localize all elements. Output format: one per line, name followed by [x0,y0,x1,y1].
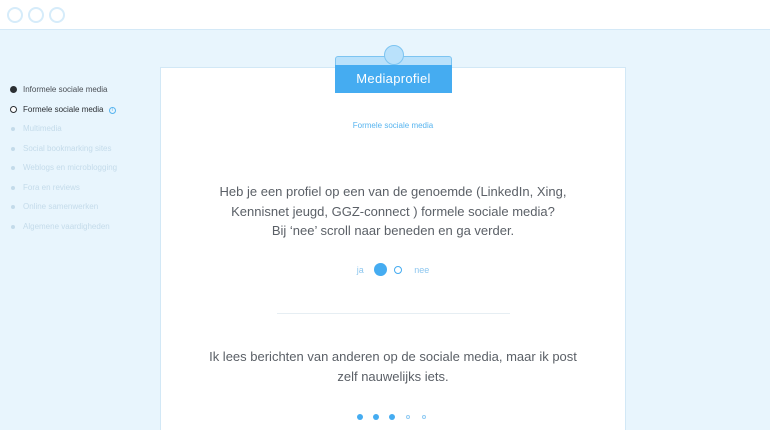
question-text: Heb je een profiel op een van de genoemd… [160,182,626,241]
sidebar-item-label: Weblogs en microblogging [23,163,118,172]
sidebar-item-label: Social bookmarking sites [23,143,112,153]
question-line: Bij ‘nee’ scroll naar beneden en ga verd… [271,223,515,238]
info-icon[interactable]: i [108,106,116,114]
page-dot-2[interactable] [373,414,379,420]
sidebar-item-informele-sociale-media[interactable]: Informele sociale media [0,80,160,100]
sidebar-item-algemene-vaardigheden[interactable]: Algemene vaardigheden [0,217,160,237]
answer-options: ja nee [160,263,626,279]
page-dot-4[interactable] [406,415,410,419]
page-dot-1[interactable] [357,414,363,420]
window-control-2[interactable] [28,7,44,23]
section-sidebar: Informele sociale media Formele sociale … [0,80,160,236]
pending-step-icon [11,185,15,190]
answer-no-radio[interactable] [393,265,402,274]
page-dot-3[interactable] [389,414,395,420]
page-dot-5[interactable] [422,415,426,419]
sidebar-item-label: Algemene vaardigheden [23,221,110,231]
statement-line: Ik lees berichten van anderen op de soci… [209,349,577,364]
pending-step-icon [11,224,15,229]
sidebar-item-online-samenwerken[interactable]: Online samenwerken [0,197,160,217]
sidebar-item-label: Online samenwerken [23,202,99,211]
question-line: Kennisnet jeugd, GGZ-connect ) formele s… [231,203,555,219]
pending-step-icon [11,166,15,170]
sidebar-item-label: Informele sociale media [23,85,108,94]
sidebar-item-label: Multimedia [23,124,62,133]
divider [277,313,510,314]
section-subtitle: Formele sociale media [352,121,434,130]
sidebar-item-social-bookmarking-sites[interactable]: Social bookmarking sites [0,139,160,159]
answer-yes-radio[interactable] [374,263,388,276]
browser-window-bar [0,0,770,30]
sidebar-item-formele-sociale-media[interactable]: Formele sociale media i [0,100,160,120]
current-step-icon [10,105,17,113]
mediaprofiel-tab: Mediaprofiel [335,65,452,93]
statement-line: zelf nauwelijks iets. [337,369,449,384]
pending-step-icon [11,127,15,131]
statement-text: Ik lees berichten van anderen op de soci… [160,347,626,387]
window-control-3[interactable] [49,7,65,23]
answer-yes-label[interactable]: ja [357,265,364,275]
sidebar-item-multimedia[interactable]: Multimedia [0,119,160,139]
sidebar-item-fora-en-reviews[interactable]: Fora en reviews [0,178,160,198]
window-control-1[interactable] [7,7,23,23]
completed-check-icon [10,86,17,93]
sidebar-item-label: Fora en reviews [23,182,80,192]
sidebar-item-weblogs-en-microblogging[interactable]: Weblogs en microblogging [0,158,160,178]
answer-no-label[interactable]: nee [414,265,429,275]
folder-tab-knob [384,45,404,65]
pagination-dots [357,413,432,423]
sidebar-item-label: Formele sociale media [23,104,104,114]
question-line: Heb je een profiel op een van de genoemd… [219,184,567,199]
pending-step-icon [11,146,15,151]
pending-step-icon [11,205,15,209]
